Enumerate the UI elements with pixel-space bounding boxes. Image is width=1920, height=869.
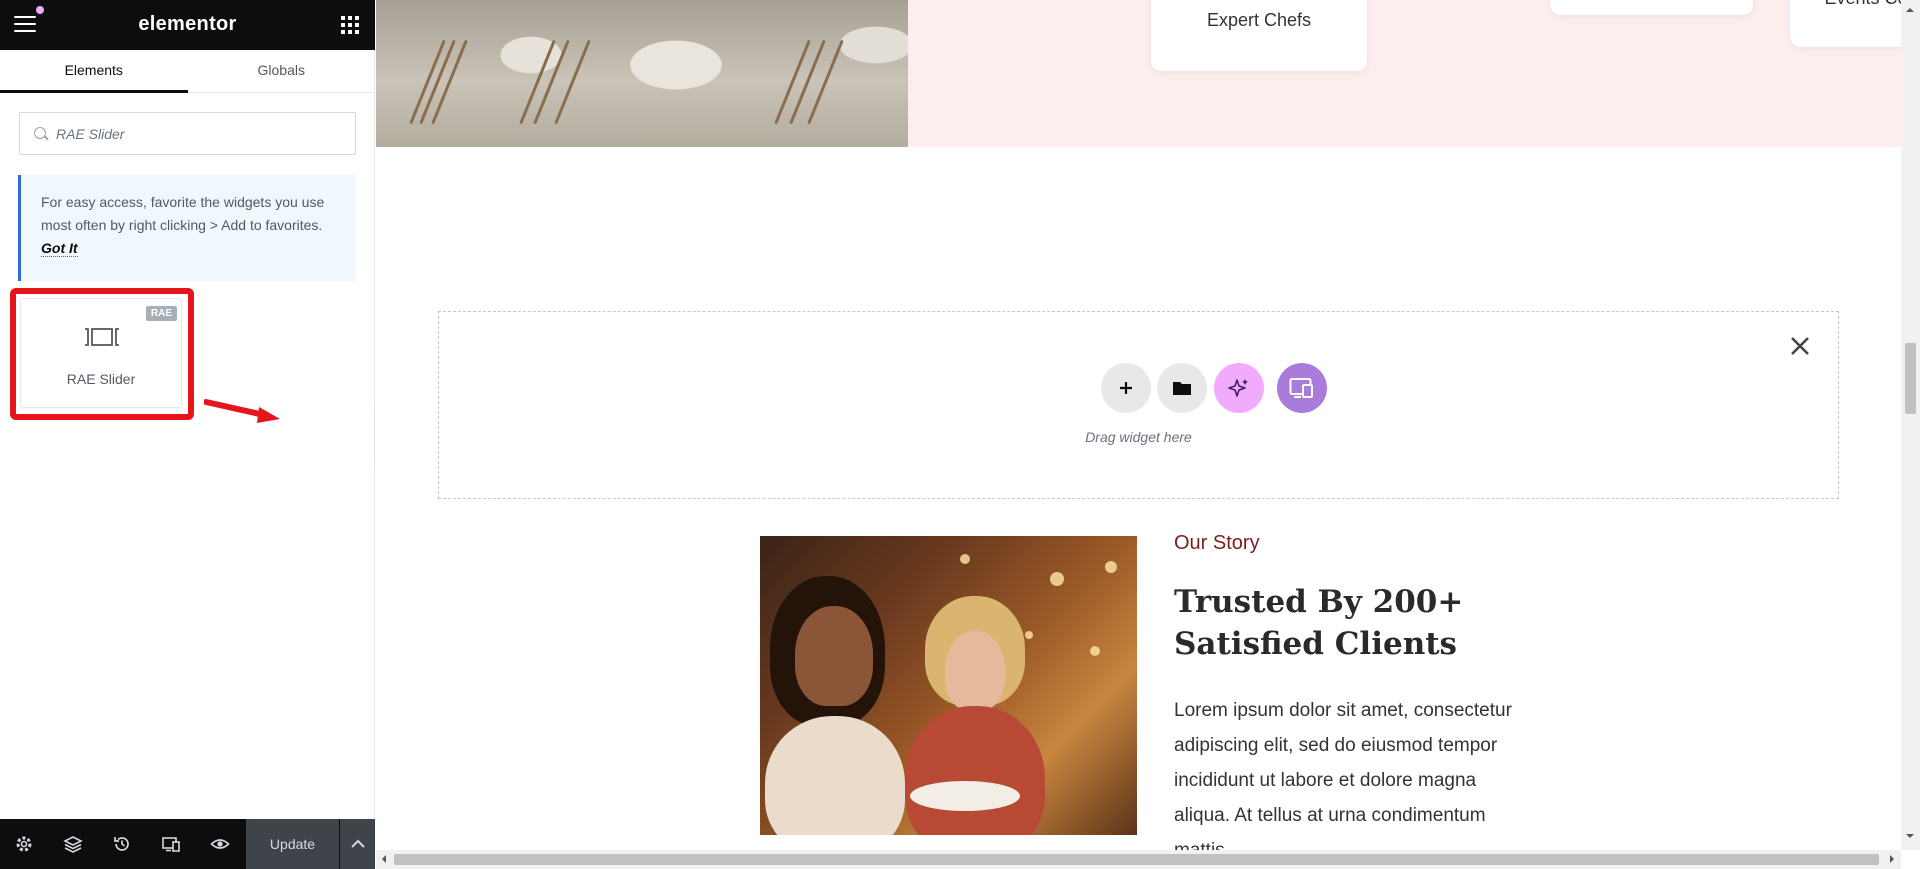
search-input[interactable] [56,113,346,154]
annotation-arrow [204,399,280,423]
horizontal-scrollbar[interactable] [376,850,1901,869]
responsive-template-icon [1289,378,1313,398]
search-icon [34,127,46,139]
folder-icon [1173,382,1191,395]
chevron-up-icon [351,839,365,848]
history-icon[interactable] [112,834,132,854]
vertical-scrollbar[interactable] [1901,0,1920,850]
ai-build-button[interactable] [1214,363,1264,413]
tab-globals[interactable]: Globals [188,50,376,92]
add-template-button[interactable] [1157,363,1207,413]
slider-icon [85,328,119,346]
widgets-grid-icon[interactable] [341,16,359,34]
dropzone-hint: Drag widget here [1085,429,1192,445]
settings-icon[interactable] [14,834,34,854]
close-icon[interactable] [1788,334,1812,358]
plus-icon [1120,382,1132,394]
section-paragraph: Lorem ipsum dolor sit amet, consectetur … [1174,700,1512,850]
diners-photo [760,536,1137,835]
add-section-button[interactable] [1101,363,1151,413]
stat-label: Events Completed [1790,0,1901,9]
sparkle-icon [1228,379,1248,397]
tab-elements[interactable]: Elements [0,50,188,93]
widget-rae-slider[interactable]: RAE RAE Slider [20,298,182,408]
panel-footer: Update [0,819,375,869]
favorites-tip: For easy access, favorite the widgets yo… [18,175,356,281]
widget-search [19,112,356,155]
empty-section-dropzone[interactable]: Drag widget here [438,311,1839,499]
stats-section: Expert Chefs Events Completed [908,0,1901,147]
stat-card: Expert Chefs [1151,0,1367,71]
got-it-link[interactable]: Got It [41,240,78,257]
section-eyebrow: Our Story [1174,532,1260,554]
website-kit-button[interactable] [1277,363,1327,413]
tip-text: For easy access, favorite the widgets yo… [41,194,325,233]
panel-header: elementor [0,0,375,50]
elementor-logo: elementor [138,13,237,35]
horizontal-scroll-thumb[interactable] [394,854,1879,865]
stat-label: Expert Chefs [1206,10,1312,30]
scroll-up-icon[interactable] [1906,4,1914,12]
vertical-scroll-thumb[interactable] [1905,343,1916,414]
editor-panel: elementor Elements Globals For easy acce… [0,0,375,869]
preview-icon[interactable] [210,834,230,854]
panel-tabs: Elements Globals [0,50,375,93]
responsive-icon[interactable] [161,834,181,854]
scroll-down-icon[interactable] [1906,834,1914,842]
widget-label: RAE Slider [66,371,136,387]
scroll-right-icon[interactable] [1890,855,1898,863]
section-heading: Trusted By 200+ Satisfied Clients [1174,584,1464,662]
layers-icon[interactable] [63,834,83,854]
scroll-left-icon[interactable] [378,855,386,863]
update-options-button[interactable] [339,819,375,869]
widget-badge: RAE [145,306,177,321]
preview-canvas: Expert Chefs Events Completed [376,0,1901,850]
stat-card: Events Completed [1790,0,1901,47]
update-button[interactable]: Update [246,819,339,869]
table-setting-image [376,0,908,147]
stat-card [1550,0,1753,15]
